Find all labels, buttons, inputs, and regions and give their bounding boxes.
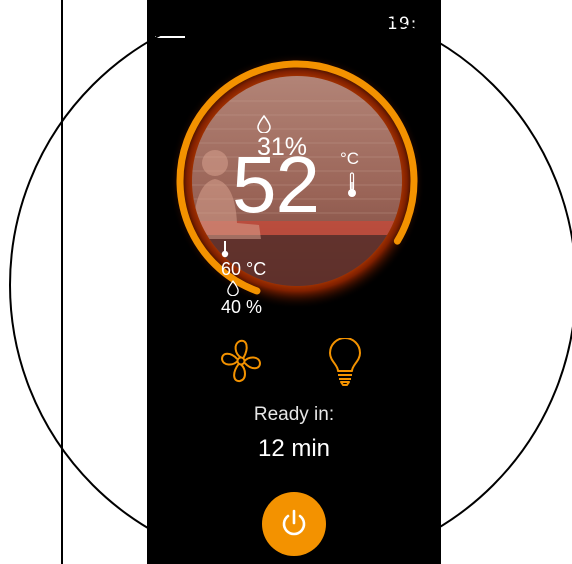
status-bar: 19: — [147, 0, 441, 40]
power-icon — [282, 509, 306, 536]
target-settings: 60 °C 40 % — [221, 240, 266, 318]
menu-icon[interactable] — [155, 36, 185, 38]
sauna-app-screen: 19: 31% 52 °C 60 °C 40 % Ready in: 12 mi… — [147, 0, 441, 564]
fan-icon — [221, 339, 261, 383]
ready-label: Ready in: — [253, 404, 335, 425]
target-temperature: 60 °C — [221, 258, 267, 279]
thermometer-icon — [348, 172, 356, 197]
left-border-line — [61, 0, 63, 564]
current-temperature: 52 — [232, 140, 320, 229]
power-button[interactable] — [262, 492, 326, 556]
thermometer-icon — [221, 241, 229, 258]
ready-time: 12 min — [257, 435, 331, 462]
light-button[interactable] — [325, 337, 365, 388]
temperature-dial[interactable]: 31% 52 °C 60 °C 40 % — [169, 53, 425, 317]
droplet-icon — [227, 279, 239, 296]
droplet-icon — [257, 115, 271, 133]
light-bulb-icon — [329, 337, 361, 386]
fan-button[interactable] — [219, 338, 263, 384]
temperature-unit: °C — [340, 149, 360, 168]
status-time: 19: — [387, 14, 418, 34]
target-humidity: 40 % — [221, 296, 263, 317]
